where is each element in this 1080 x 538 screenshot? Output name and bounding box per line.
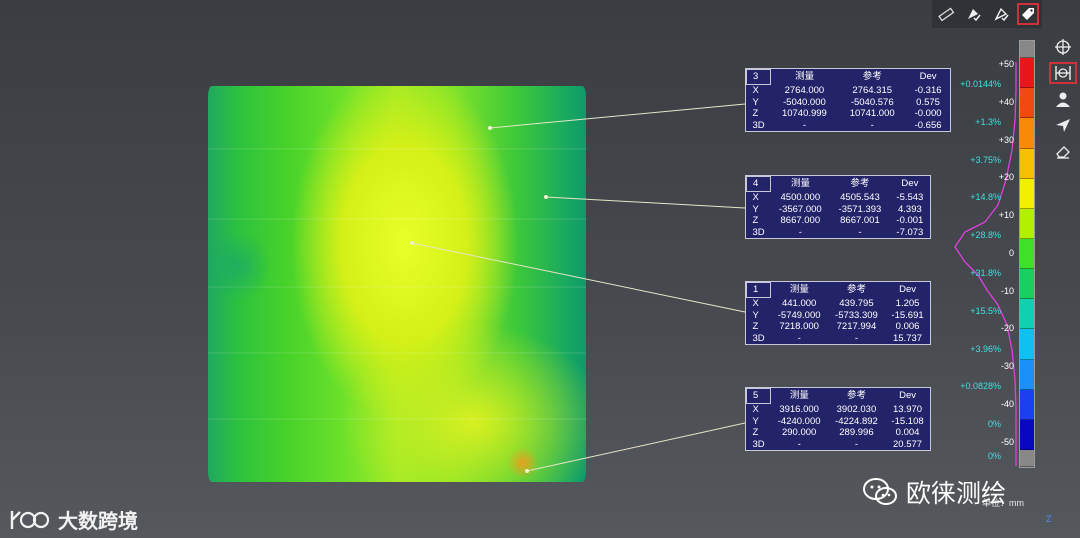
scale-tick: +10 bbox=[998, 210, 1014, 220]
scale-percent: +0.0828% bbox=[960, 381, 1001, 391]
scale-segment bbox=[1020, 178, 1034, 209]
scale-tick: +20 bbox=[998, 172, 1014, 182]
scale-segment bbox=[1020, 41, 1034, 59]
scale-tick: +50 bbox=[998, 59, 1014, 69]
scale-tick: -10 bbox=[1000, 286, 1014, 296]
scale-segment bbox=[1020, 238, 1034, 270]
watermark-right-text: 欧徕测绘 bbox=[906, 480, 1007, 508]
scale-percent: +14.8% bbox=[970, 192, 1001, 202]
scale-segment bbox=[1020, 148, 1034, 179]
scale-segment bbox=[1020, 329, 1034, 360]
scale-tick: -20 bbox=[1000, 323, 1014, 333]
watermark-left: 大数跨境 bbox=[8, 505, 138, 534]
scale-tick: -50 bbox=[1000, 437, 1014, 447]
scale-tick: +40 bbox=[998, 97, 1014, 107]
scale-percent: 0% bbox=[987, 451, 1001, 461]
scale-tick: -40 bbox=[1000, 399, 1014, 409]
scale-percent: +1.3% bbox=[975, 117, 1001, 127]
scale-percent: +15.5% bbox=[970, 306, 1001, 316]
scale-segment bbox=[1020, 299, 1034, 330]
axis-z-label: Z bbox=[1046, 514, 1052, 524]
scale-segment bbox=[1020, 389, 1034, 420]
scale-segment bbox=[1020, 419, 1034, 451]
brand-logo-icon bbox=[10, 510, 50, 529]
scale-tick: +30 bbox=[998, 135, 1014, 145]
scale-segment bbox=[1020, 118, 1034, 149]
distribution-curve bbox=[954, 62, 1017, 466]
scale-percent: +31.8% bbox=[970, 268, 1001, 278]
scale-segment bbox=[1020, 450, 1034, 468]
wechat-icon bbox=[863, 478, 897, 505]
watermark-left-text: 大数跨境 bbox=[58, 511, 138, 533]
scale-percent: +3.96% bbox=[970, 344, 1001, 354]
scale-segment bbox=[1020, 208, 1034, 239]
scale-segment bbox=[1020, 58, 1034, 89]
scale-percent: +3.75% bbox=[970, 155, 1001, 165]
scale-percent: +28.8% bbox=[970, 230, 1001, 240]
scale-segment bbox=[1020, 88, 1034, 119]
scale-percent: +0.0144% bbox=[960, 79, 1001, 89]
color-scale-bar[interactable] bbox=[1019, 40, 1035, 468]
scale-percent: 0% bbox=[987, 419, 1001, 429]
scale-segment bbox=[1020, 359, 1034, 390]
scale-segment bbox=[1020, 269, 1034, 300]
scale-tick: 0 bbox=[1008, 248, 1014, 258]
scale-tick: -30 bbox=[1000, 361, 1014, 371]
watermark-right: 欧徕测绘 bbox=[862, 474, 1006, 510]
